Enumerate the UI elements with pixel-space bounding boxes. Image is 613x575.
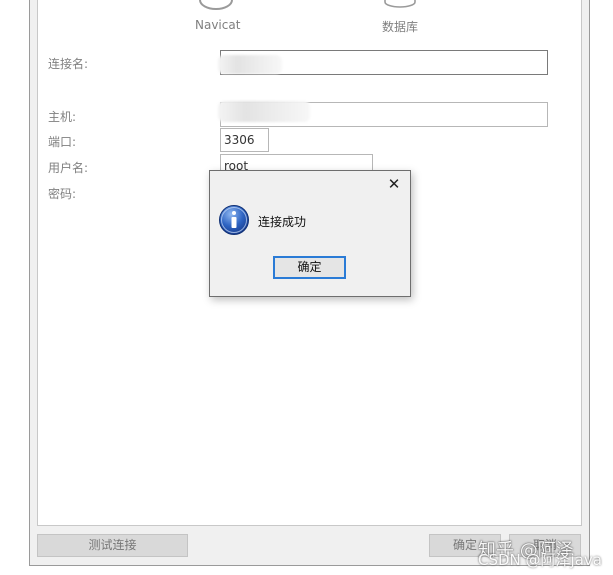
test-connection-button[interactable]: 测试连接	[37, 534, 188, 557]
port-label: 端口:	[48, 135, 77, 149]
password-label: 密码:	[48, 187, 77, 201]
host-label: 主机:	[48, 110, 77, 124]
redacted-host	[218, 101, 310, 122]
dialog-message: 连接成功	[258, 215, 307, 229]
watermark-csdn: CSDN @阿泽java	[478, 551, 602, 569]
close-icon[interactable]: ✕	[384, 174, 404, 194]
dialog-body: 连接成功	[210, 197, 410, 245]
connection-name-label: 连接名:	[48, 57, 89, 71]
port-input[interactable]: 3306	[220, 128, 269, 152]
message-dialog: ✕ 连接成功 确定	[209, 170, 411, 297]
username-label: 用户名:	[48, 161, 89, 175]
database-icon	[384, 0, 416, 8]
navicat-type-label: Navicat	[195, 18, 241, 32]
redacted-connection-name	[218, 55, 282, 74]
navicat-icon	[199, 0, 233, 10]
dialog-ok-button[interactable]: 确定	[273, 256, 346, 279]
info-icon	[219, 205, 249, 235]
database-type-label: 数据库	[382, 20, 419, 34]
